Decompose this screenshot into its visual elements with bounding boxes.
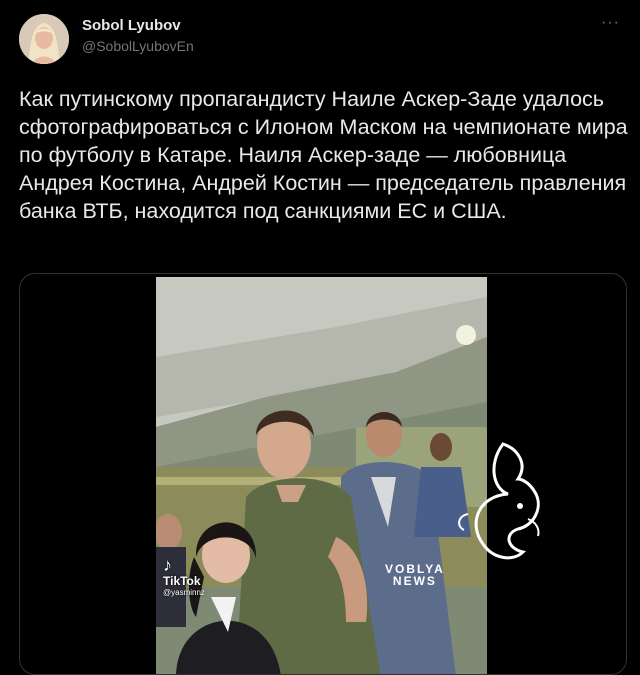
fish-mascot-icon [448, 434, 558, 589]
brand-line-2: NEWS [392, 574, 437, 588]
tiktok-username: @yasminnz [163, 588, 205, 597]
voblya-news-watermark: VOBLYA NEWS [385, 563, 445, 587]
author-name[interactable]: Sobol Lyubov [82, 17, 181, 34]
tweet: Sobol Lyubov @SobolLyubovEn ··· Как пути… [0, 0, 640, 675]
tweet-media[interactable]: ♪ TikTok @yasminnz VOBLYA NEWS [19, 273, 627, 675]
avatar[interactable] [19, 14, 69, 64]
tweet-text: Как путинскому пропагандисту Наиле Аскер… [19, 87, 628, 223]
tiktok-watermark: ♪ TikTok @yasminnz [163, 556, 205, 597]
avatar-photo [19, 14, 69, 64]
author-handle[interactable]: @SobolLyubovEn [82, 38, 194, 54]
more-options-icon[interactable]: ··· [601, 14, 620, 32]
video-frame[interactable] [156, 277, 487, 674]
stadium-photo [156, 277, 487, 674]
tiktok-icon: ♪ [163, 555, 172, 575]
tiktok-label: TikTok [163, 574, 201, 588]
